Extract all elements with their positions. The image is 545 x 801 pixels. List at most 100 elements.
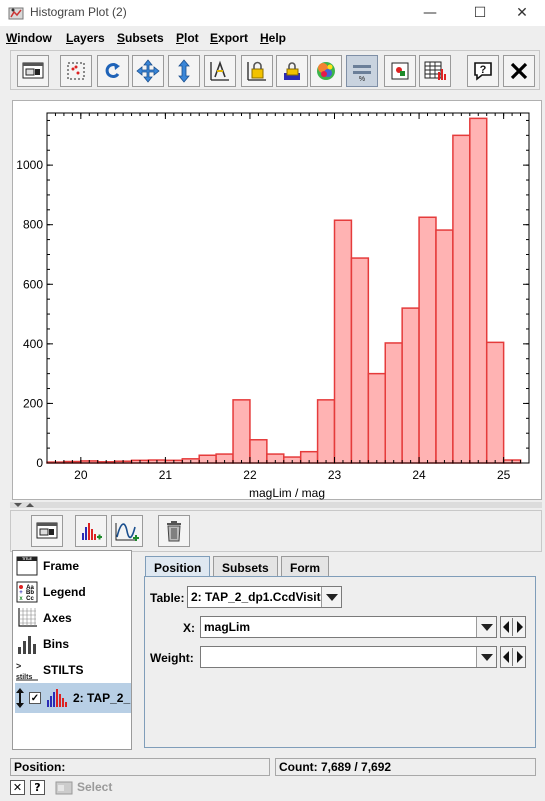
x-tick-label: 25 xyxy=(497,468,511,482)
y-tick-label: 600 xyxy=(23,277,43,291)
layer-toolbar xyxy=(10,510,542,552)
x-label: X: xyxy=(183,621,195,635)
histogram-bar xyxy=(469,117,488,464)
plot-panel[interactable]: 20 21 22 23 24 25 0 200 400 600 800 1000 magLim / m… xyxy=(12,100,542,500)
control-bins[interactable]: Bins xyxy=(15,631,131,657)
y-tick-label: 1000 xyxy=(16,158,43,172)
tab-position[interactable]: Position xyxy=(145,556,211,578)
y-tick-label: 200 xyxy=(23,396,43,410)
x-axis-label: magLim / mag xyxy=(249,486,325,500)
window-close-button[interactable]: ✕ xyxy=(499,0,545,26)
select-label[interactable]: Select xyxy=(77,780,112,794)
title-bar: Histogram Plot (2) — ☐ ✕ xyxy=(0,0,545,26)
x-tick-label: 22 xyxy=(243,468,257,482)
menu-help[interactable]: Help xyxy=(260,31,286,45)
histogram-layer-icon xyxy=(45,687,69,709)
histogram-bar xyxy=(350,257,370,464)
svg-text:TITLE: TITLE xyxy=(22,557,32,561)
help-small-icon[interactable]: ? xyxy=(30,780,45,795)
menu-layers[interactable]: Layers xyxy=(66,31,105,45)
histogram-bar xyxy=(232,399,251,464)
stack-icon[interactable] xyxy=(276,55,308,87)
weight-column-stepper[interactable] xyxy=(500,646,526,668)
histogram-bar xyxy=(418,216,437,464)
bins-icon xyxy=(15,633,39,655)
scale-lock-icon[interactable] xyxy=(241,55,273,87)
table-label: Table: xyxy=(150,591,185,605)
help-icon[interactable]: ? xyxy=(467,55,499,87)
tab-subsets[interactable]: Subsets xyxy=(213,556,278,578)
plot-toolbar: % ? xyxy=(10,50,540,90)
legend-icon: Aa + Bb x Cc xyxy=(15,581,39,603)
menu-plot[interactable]: Plot xyxy=(176,31,199,45)
redo-replot-icon[interactable] xyxy=(97,55,129,87)
split-pane-divider[interactable] xyxy=(10,502,542,508)
drag-handle-icon[interactable] xyxy=(15,688,25,708)
histogram-bar xyxy=(384,342,403,464)
stilts-icon: > stilts xyxy=(15,659,39,681)
count-status: Count: 7,689 / 7,692 xyxy=(275,758,536,776)
chevron-down-icon xyxy=(321,587,341,607)
x-column-stepper[interactable] xyxy=(500,616,526,638)
control-legend[interactable]: Aa + Bb x Cc Legend xyxy=(15,579,131,605)
select-region-icon[interactable] xyxy=(60,55,92,87)
axes-icon xyxy=(15,607,39,629)
bar-height-icon[interactable]: % xyxy=(346,55,378,87)
histogram-chart[interactable]: 20 21 22 23 24 25 0 200 400 600 800 1000 magLim / m… xyxy=(13,101,543,501)
pan-move-icon[interactable] xyxy=(132,55,164,87)
histogram-bar xyxy=(316,399,336,464)
select-table-icon xyxy=(55,781,73,798)
maximize-button[interactable]: ☐ xyxy=(457,0,503,26)
tab-form[interactable]: Form xyxy=(281,556,329,578)
layer-visible-checkbox[interactable]: ✓ xyxy=(29,692,41,704)
aux-color-icon[interactable] xyxy=(310,55,342,87)
export-image-icon[interactable] xyxy=(384,55,416,87)
menu-window[interactable]: Window xyxy=(6,31,52,45)
histogram-bar xyxy=(452,134,471,464)
weight-expression-field[interactable] xyxy=(200,646,497,668)
control-stilts[interactable]: > stilts STILTS xyxy=(15,657,131,683)
x-tick-label: 23 xyxy=(328,468,342,482)
x-tick-label: 24 xyxy=(412,468,426,482)
histogram-bar xyxy=(435,229,454,464)
y-tick-label: 0 xyxy=(36,456,43,470)
svg-text:?: ? xyxy=(480,64,487,76)
topcat-app-icon xyxy=(8,5,24,21)
histogram-bar xyxy=(485,341,505,464)
position-status: Position: xyxy=(10,758,270,776)
add-histogram-layer-icon[interactable] xyxy=(75,515,107,547)
weight-label: Weight: xyxy=(150,651,194,665)
menu-subsets[interactable]: Subsets xyxy=(117,31,164,45)
window-control-icon[interactable] xyxy=(17,55,49,87)
svg-text:Cc: Cc xyxy=(26,596,34,602)
chevron-down-icon xyxy=(476,617,496,637)
vertical-zoom-icon[interactable] xyxy=(168,55,200,87)
svg-text:>: > xyxy=(16,661,21,671)
y-tick-label: 800 xyxy=(23,218,43,232)
table-view-icon[interactable] xyxy=(419,55,451,87)
x-expression-field[interactable]: magLim xyxy=(200,616,497,638)
frame-title-icon: TITLE xyxy=(15,555,39,577)
control-layer-2[interactable]: ✓ 2: TAP_2_ xyxy=(15,683,131,713)
bottom-controls: ✕ ? Select xyxy=(10,779,210,797)
window-title: Histogram Plot (2) xyxy=(30,5,127,19)
floating-window-icon[interactable] xyxy=(31,515,63,547)
minimize-button[interactable]: — xyxy=(407,0,453,26)
histogram-bar xyxy=(401,307,420,464)
add-kde-layer-icon[interactable] xyxy=(111,515,143,547)
histogram-bar xyxy=(333,219,353,464)
x-tick-label: 21 xyxy=(159,468,173,482)
menu-export[interactable]: Export xyxy=(210,31,248,45)
close-small-icon[interactable]: ✕ xyxy=(10,780,25,795)
close-icon[interactable] xyxy=(503,55,535,87)
table-selector[interactable]: 2: TAP_2_dp1.CcdVisit xyxy=(187,586,342,608)
delete-layer-icon[interactable] xyxy=(158,515,190,547)
svg-text:%: % xyxy=(359,76,365,83)
chevron-down-icon xyxy=(476,647,496,667)
histogram-bar xyxy=(249,439,268,464)
histogram-bar xyxy=(367,372,386,464)
control-frame[interactable]: TITLE Frame xyxy=(15,553,131,579)
axis-lock-icon[interactable] xyxy=(204,55,236,87)
control-axes[interactable]: Axes xyxy=(15,605,131,631)
y-tick-label: 400 xyxy=(23,337,43,351)
